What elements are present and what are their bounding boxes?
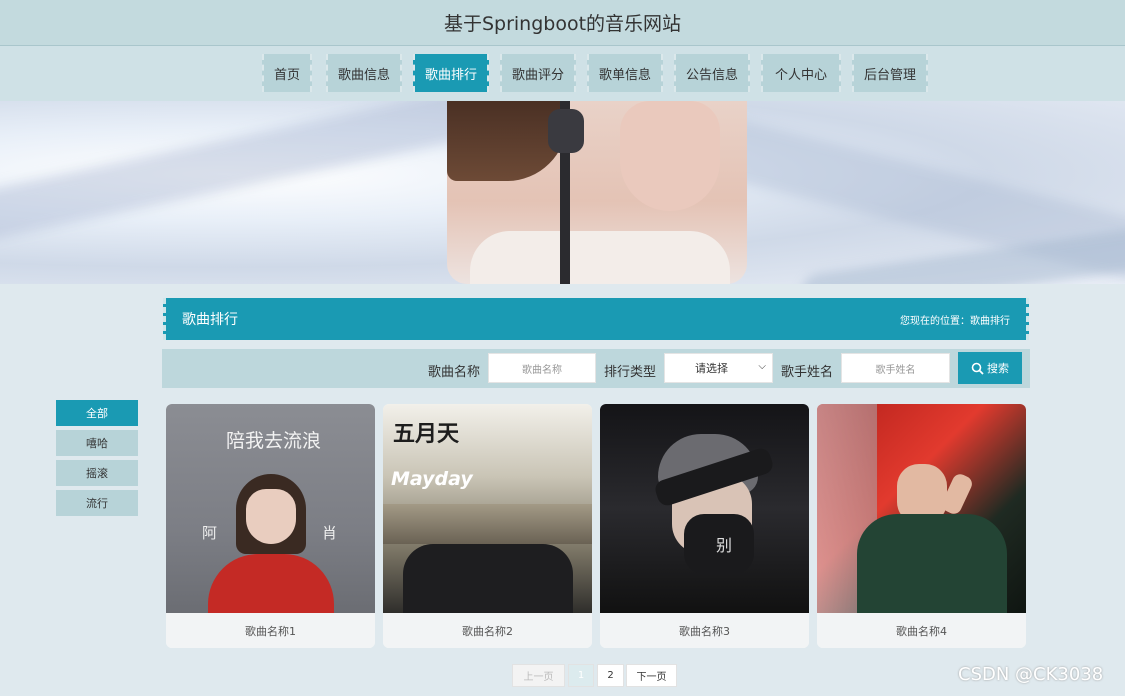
rank-type-label: 排行类型 <box>604 365 657 380</box>
hero-banner <box>0 101 1125 284</box>
cover-side-text: 阿 <box>202 524 218 542</box>
filter-all[interactable]: 全部 <box>56 400 138 426</box>
filter-pop[interactable]: 流行 <box>56 490 138 516</box>
pagination-prev[interactable]: 上一页 <box>512 664 565 687</box>
pagination-next[interactable]: 下一页 <box>626 664 677 687</box>
song-card[interactable]: 别 歌曲名称3 <box>600 404 809 648</box>
cover-person-jacket <box>857 514 1007 613</box>
song-card[interactable]: 五月天 Mayday 歌曲名称2 <box>383 404 592 648</box>
nav-playlist-info[interactable]: 歌单信息 <box>587 54 663 92</box>
banner-mic-icon <box>548 109 584 153</box>
nav-song-rating[interactable]: 歌曲评分 <box>500 54 576 92</box>
chevron-down-icon: ⌵ <box>758 361 766 372</box>
section-title: 歌曲排行 <box>182 312 238 328</box>
cover-title-text: 五月天 <box>393 422 460 447</box>
search-icon <box>971 362 984 375</box>
song-cover-image[interactable]: 五月天 Mayday <box>383 404 592 613</box>
song-name[interactable]: 歌曲名称1 <box>166 613 375 648</box>
cover-title-text: 陪我去流浪 <box>226 430 322 452</box>
banner-singer-hand <box>620 101 720 211</box>
cover-band-members <box>403 544 573 613</box>
singer-name-label: 歌手姓名 <box>781 365 834 380</box>
singer-name-input[interactable]: 歌手姓名 <box>841 353 950 383</box>
song-name-input[interactable]: 歌曲名称 <box>488 353 596 383</box>
nav-announcements[interactable]: 公告信息 <box>674 54 750 92</box>
filter-hiphop[interactable]: 嘻哈 <box>56 430 138 456</box>
song-name[interactable]: 歌曲名称4 <box>817 613 1026 648</box>
site-header: 基于Springboot的音乐网站 <box>0 0 1125 46</box>
site-title: 基于Springboot的音乐网站 <box>443 13 682 35</box>
banner-streak <box>0 101 480 245</box>
banner-singer-dress <box>470 231 730 284</box>
nav-personal-center[interactable]: 个人中心 <box>761 54 841 92</box>
filter-rock[interactable]: 摇滚 <box>56 460 138 486</box>
cover-band-text: Mayday <box>391 468 473 490</box>
section-header: 歌曲排行 您现在的位置：歌曲排行 <box>163 298 1029 340</box>
rank-type-selected: 请选择 <box>695 362 728 375</box>
search-button-label: 搜索 <box>987 362 1009 375</box>
pagination-page-2[interactable]: 2 <box>597 664 624 687</box>
cover-colosseum <box>383 504 592 544</box>
cover-title-text: 别 <box>716 536 733 555</box>
rank-type-select[interactable]: 请选择 ⌵ <box>664 353 773 383</box>
cover-person-sweater <box>208 554 334 614</box>
cover-person-face <box>246 489 296 544</box>
cover-side-text: 肖 <box>322 524 338 542</box>
main-nav: 首页 歌曲信息 歌曲排行 歌曲评分 歌单信息 公告信息 个人中心 后台管理 <box>0 46 1125 101</box>
song-card[interactable]: 歌曲名称4 <box>817 404 1026 648</box>
nav-song-ranking[interactable]: 歌曲排行 <box>413 54 489 92</box>
song-cover-image[interactable]: 别 <box>600 404 809 613</box>
song-card[interactable]: 陪我去流浪 阿 肖 歌曲名称1 <box>166 404 375 648</box>
nav-home[interactable]: 首页 <box>262 54 312 92</box>
watermark: CSDN @CK3038 <box>958 664 1104 685</box>
search-bar: 歌曲名称 歌曲名称 排行类型 请选择 ⌵ 歌手姓名 歌手姓名 搜索 <box>162 349 1030 388</box>
pagination-page-1[interactable]: 1 <box>568 664 594 687</box>
search-button[interactable]: 搜索 <box>958 352 1022 384</box>
nav-admin[interactable]: 后台管理 <box>852 54 928 92</box>
song-name[interactable]: 歌曲名称2 <box>383 613 592 648</box>
nav-song-info[interactable]: 歌曲信息 <box>326 54 402 92</box>
song-cover-image[interactable] <box>817 404 1026 613</box>
song-cover-image[interactable]: 陪我去流浪 阿 肖 <box>166 404 375 614</box>
breadcrumb: 您现在的位置：歌曲排行 <box>900 315 1010 327</box>
song-name[interactable]: 歌曲名称3 <box>600 613 809 648</box>
song-name-label: 歌曲名称 <box>428 365 481 380</box>
